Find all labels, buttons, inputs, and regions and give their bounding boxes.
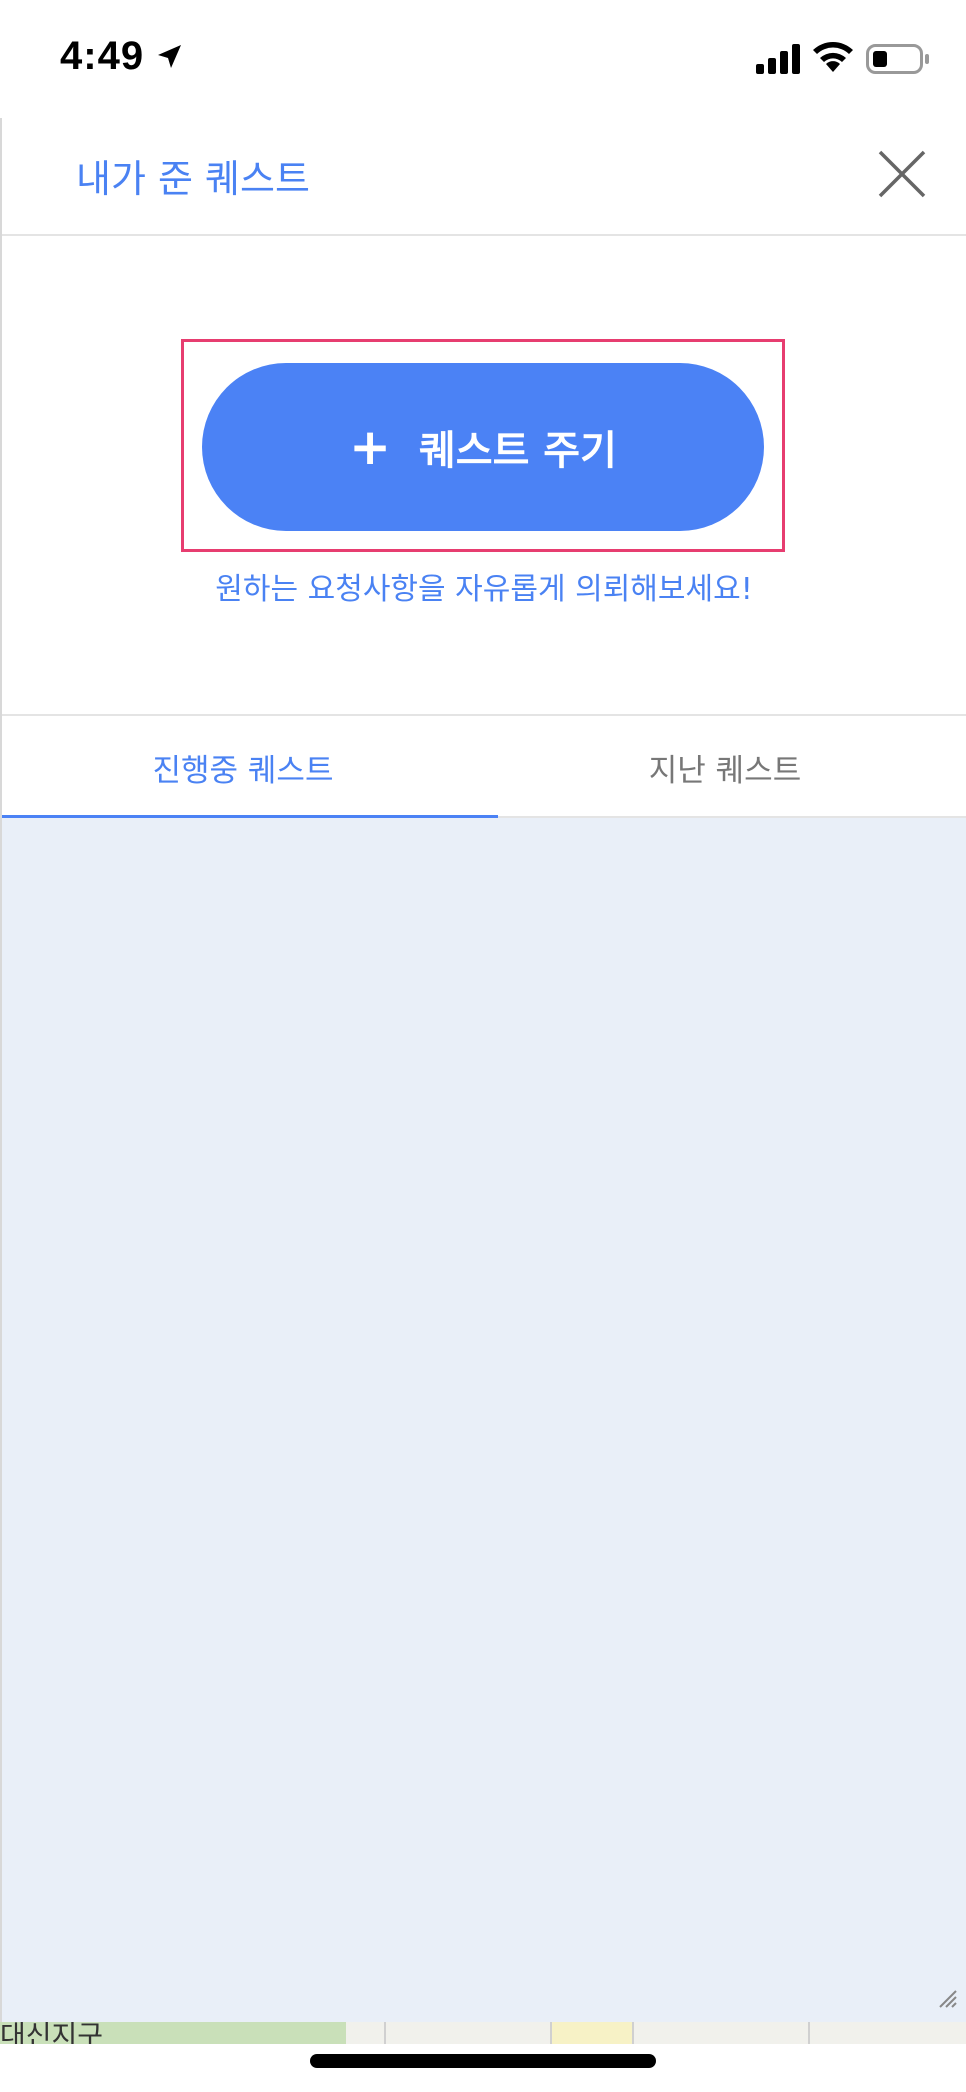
- panel-header: 내가 준 퀘스트: [2, 118, 966, 236]
- wifi-icon: [813, 42, 853, 72]
- quest-list-area: [2, 818, 966, 2023]
- bottom-safe-area: [0, 2044, 966, 2092]
- quest-tabs: 진행중 퀘스트 지난 퀘스트: [2, 714, 966, 820]
- background-map: 대신지구: [0, 2022, 966, 2044]
- status-bar: 4:49: [0, 0, 966, 118]
- resize-grip-icon[interactable]: [936, 1987, 958, 2009]
- plus-icon: +: [349, 418, 391, 476]
- home-indicator[interactable]: [310, 2054, 656, 2068]
- close-icon[interactable]: [874, 146, 930, 202]
- my-quests-panel: 내가 준 퀘스트 + 퀘스트 주기 원하는 요청사항을 자유롭게 의뢰해보세요!…: [2, 118, 966, 2023]
- page-title: 내가 준 퀘스트: [76, 157, 310, 201]
- tab-past-quests[interactable]: 지난 퀘스트: [484, 716, 966, 818]
- quest-hint-text: 원하는 요청사항을 자유롭게 의뢰해보세요!: [215, 572, 753, 607]
- status-time: 4:49: [60, 34, 145, 78]
- battery-icon: [866, 44, 929, 74]
- give-quest-label: 퀘스트 주기: [418, 428, 617, 474]
- give-quest-button[interactable]: + 퀘스트 주기: [202, 363, 764, 531]
- location-arrow-icon: [158, 45, 181, 68]
- tab-ongoing-quests[interactable]: 진행중 퀘스트: [2, 716, 498, 820]
- map-place-label: 대신지구: [0, 2022, 104, 2044]
- cellular-signal-icon: [756, 44, 800, 74]
